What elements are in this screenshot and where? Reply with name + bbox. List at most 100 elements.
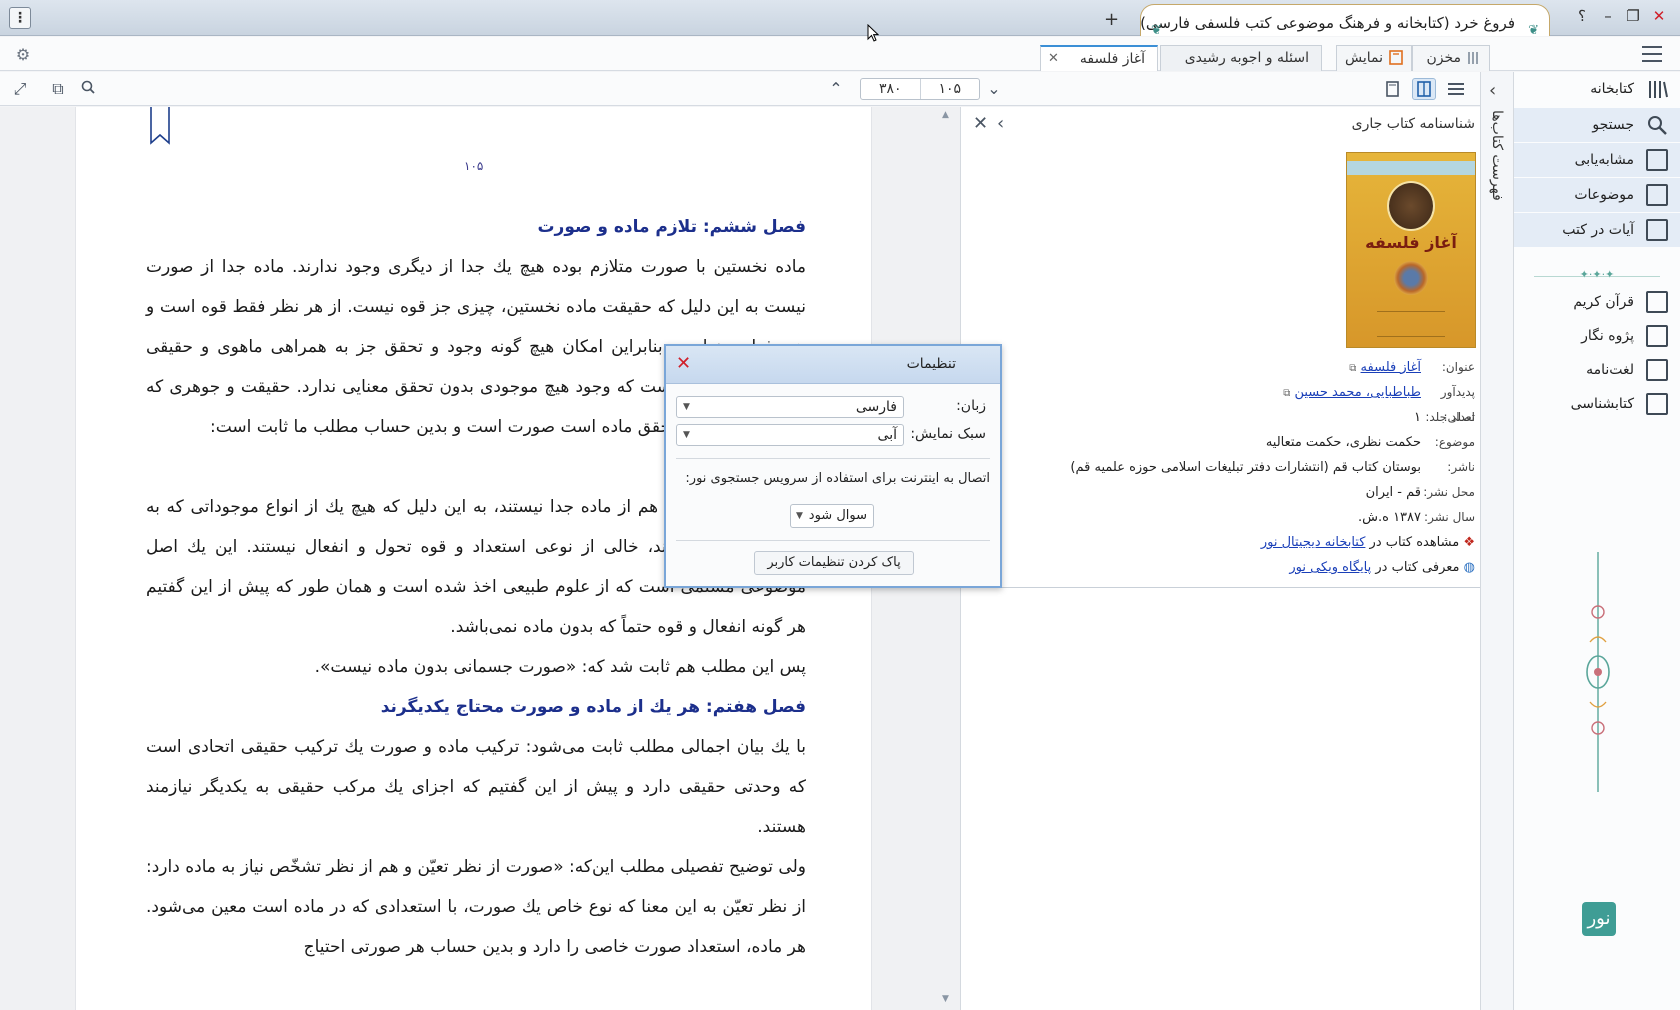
nav-label: کتابخانه — [1590, 81, 1634, 97]
dropdown-icon: ▼ — [683, 430, 690, 440]
close-icon[interactable]: ✕ — [676, 353, 691, 374]
nav-item-topics[interactable]: موضوعات — [1514, 178, 1680, 212]
info-row: عنوان: آغاز فلسفه ⧉ — [961, 355, 1481, 380]
book-cover: آغاز فلسفه — [1346, 152, 1476, 348]
chapter-heading: فصل هفتم: هر یك از ماده و صورت محتاج یکد… — [380, 697, 806, 717]
hamburger-menu-icon[interactable] — [1642, 46, 1662, 62]
internet-value: سوال شود — [808, 508, 867, 523]
show-view-button[interactable]: نمایش — [1336, 45, 1412, 71]
nav-item-library[interactable]: کتابخانه — [1514, 72, 1680, 106]
chevron-right-icon[interactable]: › — [997, 113, 1004, 134]
app-menu-button[interactable]: ⋮ — [9, 7, 31, 29]
info-row: سال نشر: ۱۳۸۷ ه.ش. — [961, 505, 1481, 530]
title-link[interactable]: آغاز فلسفه — [1361, 360, 1421, 375]
topics-icon — [1646, 184, 1668, 206]
book-view-button[interactable] — [1412, 78, 1436, 100]
info-label: عنوان: — [1441, 360, 1475, 374]
style-select[interactable]: آبی ▼ — [676, 424, 904, 446]
info-icon — [1646, 393, 1668, 415]
scroll-up-icon[interactable]: ▲ — [942, 110, 949, 120]
nav-item-search[interactable]: جستجو — [1514, 108, 1680, 142]
storage-label: مخزن — [1426, 50, 1461, 66]
list-view-button[interactable] — [1444, 78, 1468, 100]
nav-item-similar[interactable]: مشابه‌یابی — [1514, 143, 1680, 177]
chevron-up-icon[interactable]: ⌃ — [826, 79, 846, 99]
close-window-button[interactable]: ✕ — [1648, 7, 1670, 25]
tab-label: آغاز فلسفه — [1079, 51, 1145, 67]
nav-label: موضوعات — [1574, 187, 1634, 203]
mouse-cursor-icon — [867, 24, 879, 42]
cover-band — [1347, 161, 1475, 175]
chevron-down-icon[interactable]: ⌄ — [984, 79, 1004, 99]
link-prefix: معرفی کتاب در — [1375, 560, 1460, 575]
quran-icon — [1646, 291, 1668, 313]
author-link[interactable]: طباطبایی، محمد حسین — [1294, 385, 1421, 400]
storage-view-button[interactable]: مخزن — [1412, 45, 1490, 71]
search-icon — [1648, 116, 1667, 135]
tab-active-book[interactable]: آغاز فلسفه ✕ — [1040, 45, 1158, 71]
internet-note: اتصال به اینترنت برای استفاده از سرویس ج… — [685, 471, 990, 486]
info-row: محل نشر: قم - ایران — [961, 480, 1481, 505]
close-tab-icon[interactable]: ✕ — [1048, 47, 1059, 71]
cover-lines — [1377, 311, 1445, 337]
settings-dialog: تنظیمات ✕ زبان: فارسی ▼ سبک نمایش: آبی ▼… — [664, 344, 1002, 588]
wiki-link[interactable]: پایگاه ویکی نور — [1289, 560, 1371, 575]
maximize-button[interactable]: ❐ — [1622, 7, 1644, 25]
dialog-title: تنظیمات — [906, 356, 956, 372]
total-pages: ۳۸۰ — [861, 79, 921, 99]
search-icon[interactable] — [78, 79, 98, 99]
digital-library-link[interactable]: کتابخانه دیجیتال نور — [1261, 535, 1366, 550]
info-label: ناشر: — [1447, 460, 1475, 474]
reset-settings-button[interactable]: پاک کردن تنظیمات کاربر — [754, 551, 914, 575]
external-link-icon[interactable]: ⧉ — [1349, 363, 1356, 374]
paragraph: پس این مطلب هم ثابت شد که: «صورت جسمانی … — [314, 657, 806, 677]
current-page-input[interactable]: ۱۰۵ — [921, 79, 980, 99]
info-value: طباطبایی، محمد حسین ⧉ — [961, 380, 1421, 405]
new-tab-button[interactable]: + — [1104, 9, 1119, 30]
main-navigation: کتابخانه جستجو مشابه‌یابی موضوعات آیات د… — [1514, 72, 1680, 1010]
nav-item-verses[interactable]: آیات در کتب — [1514, 213, 1680, 247]
nav-label: آیات در کتب — [1562, 222, 1634, 238]
info-label: پدیدآور اصلی: — [1440, 385, 1475, 424]
info-row: تعداد جلد: ۱ — [961, 405, 1481, 430]
book-list-strip[interactable]: ‹ فهرست کتاب‌ها — [1480, 72, 1514, 1010]
paragraph: با یك بیان اجمالی مطلب ثابت می‌شود: ترکی… — [146, 737, 806, 837]
single-page-view-button[interactable] — [1380, 78, 1404, 100]
nav-item-dictionary[interactable]: لغت‌نامه — [1514, 353, 1680, 387]
internet-select[interactable]: سوال شود ▼ — [790, 504, 874, 528]
scroll-down-icon[interactable]: ▼ — [942, 994, 949, 1004]
chevron-left-icon[interactable]: ‹ — [1489, 80, 1496, 101]
wiki-row: ◍ معرفی کتاب در پایگاه ویکی نور — [961, 555, 1481, 580]
book-list-label[interactable]: فهرست کتاب‌ها — [1489, 110, 1505, 201]
info-label: تعداد جلد: — [1425, 410, 1475, 424]
minimize-button[interactable]: – — [1597, 7, 1619, 25]
help-button[interactable]: ؟ — [1571, 7, 1593, 25]
bookmark-icon[interactable] — [150, 107, 170, 145]
info-row: موضوع: حکمت نظری، حکمت متعالیه — [961, 430, 1481, 455]
nav-item-quran[interactable]: قرآن کریم — [1514, 285, 1680, 319]
language-label: زبان: — [956, 398, 986, 414]
split-view-icon[interactable]: ⧉ — [48, 79, 68, 99]
close-icon[interactable]: ✕ — [973, 113, 988, 134]
digital-library-row: ❖ مشاهده کتاب در کتابخانه دیجیتال نور — [961, 530, 1481, 555]
info-value: بوستان کتاب قم (انتشارات دفتر تبلیغات اس… — [1070, 460, 1421, 475]
nav-item-bibliography[interactable]: کتابشناسی — [1514, 387, 1680, 421]
page-navigator[interactable]: ۳۸۰ ۱۰۵ — [860, 78, 980, 100]
nav-label: پژوه نگار — [1581, 328, 1634, 344]
verses-icon — [1646, 219, 1668, 241]
divider — [1001, 587, 1481, 588]
dropdown-icon: ▼ — [796, 511, 803, 521]
book-metadata: عنوان: آغاز فلسفه ⧉ پدیدآور اصلی: طباطبا… — [961, 355, 1481, 580]
fullscreen-icon[interactable]: ⤢ — [10, 79, 30, 99]
external-link-icon[interactable]: ⧉ — [1283, 388, 1290, 399]
window-title-tab[interactable]: ❦ فروغ خرد (کتابخانه و فرهنگ موضوعی کتب … — [1140, 4, 1550, 36]
page-number: ۱۰۵ — [464, 159, 484, 173]
language-select[interactable]: فارسی ▼ — [676, 396, 904, 418]
tab-second-book[interactable]: اسئله و اجوبه رشیدی — [1160, 45, 1322, 71]
dictionary-icon — [1646, 359, 1668, 381]
nav-item-researcher[interactable]: پژوه نگار — [1514, 319, 1680, 353]
gear-icon[interactable]: ⚙ — [12, 44, 34, 66]
reader-toolbar: ⤢ ⧉ ⌃ ۳۸۰ ۱۰۵ ⌄ — [0, 72, 1680, 106]
chapter-heading: فصل ششم: تلازم ماده و صورت — [537, 217, 806, 237]
language-row: زبان: فارسی ▼ — [676, 396, 986, 420]
